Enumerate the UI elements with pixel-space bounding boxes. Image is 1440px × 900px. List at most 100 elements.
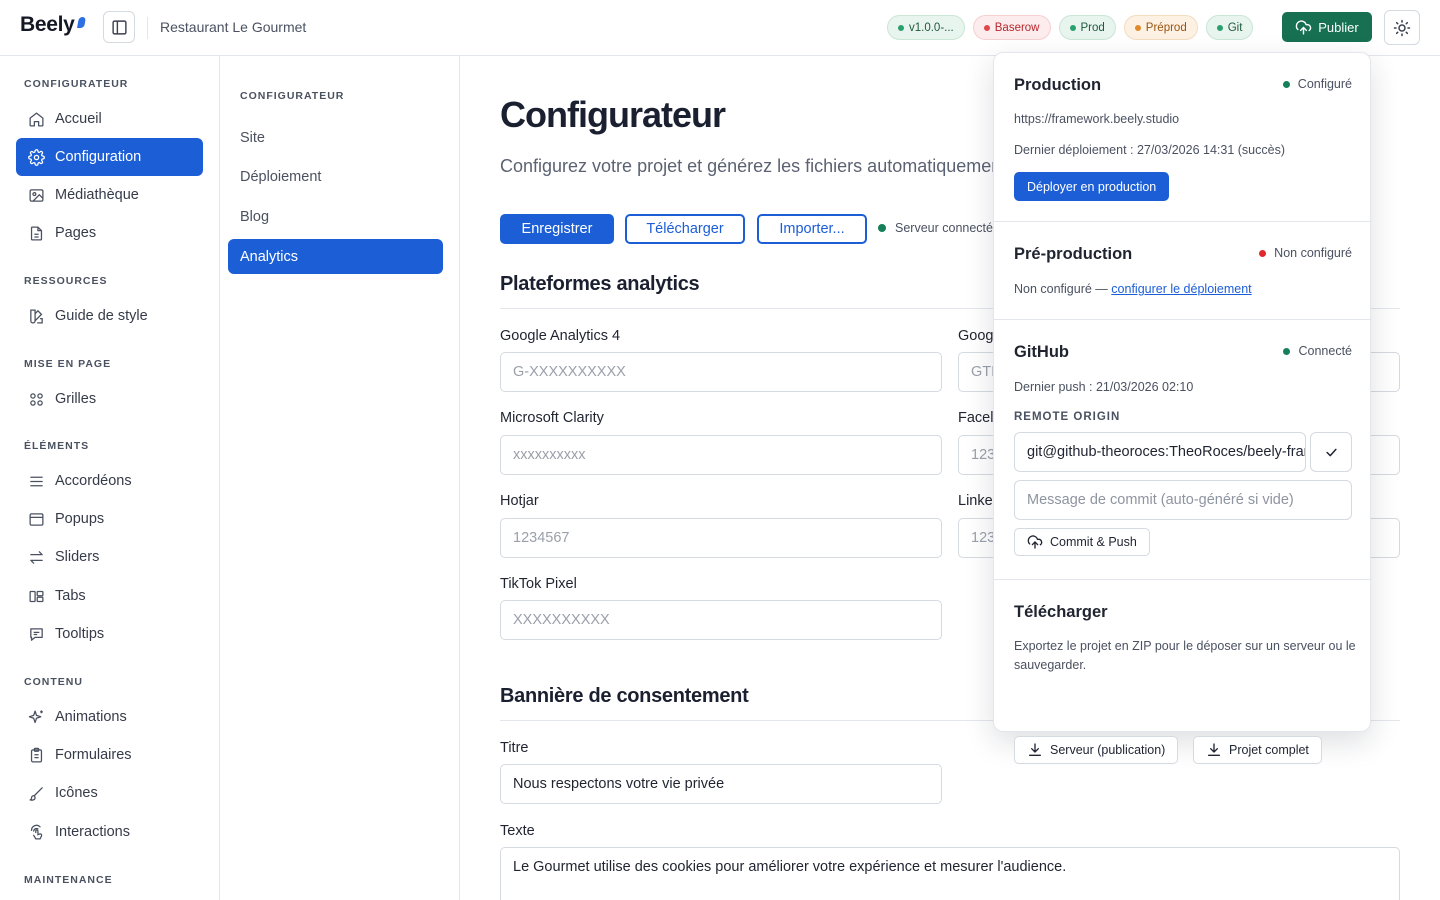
subnav-item-blog[interactable]: Blog	[228, 199, 443, 234]
message-icon	[30, 627, 43, 641]
badge-label: Préprod	[1145, 21, 1187, 34]
field-label-facebook: Facel	[958, 410, 994, 426]
logo[interactable]: Beely	[20, 13, 86, 37]
production-title: Production	[1014, 76, 1102, 94]
sidebar-section-title: MAINTENANCE	[24, 874, 113, 886]
sidebar-item-accordeons[interactable]: Accordéons	[16, 462, 203, 500]
sidebar-item-label: Interactions	[55, 824, 130, 840]
subnav-item-analytics[interactable]: Analytics	[228, 239, 443, 274]
status-badge[interactable]: Baserow	[972, 15, 1051, 40]
sidebar-section-title: RESSOURCES	[24, 275, 108, 287]
import-button[interactable]: Importer...	[757, 214, 867, 244]
sidebar-item-tooltips[interactable]: Tooltips	[16, 615, 203, 653]
status-dot	[1069, 24, 1076, 31]
field-label-consent-title: Titre	[500, 740, 529, 756]
sidebar-item-configuration[interactable]: Configuration	[16, 138, 203, 176]
sidebar-panel-icon	[111, 19, 127, 35]
image-icon	[29, 188, 44, 202]
theme-toggle-button[interactable]	[1384, 10, 1420, 45]
sidebar-item-accueil[interactable]: Accueil	[16, 100, 203, 138]
sidebar-item-animations[interactable]: Animations	[16, 698, 203, 736]
download-section: Télécharger Exportez le projet en ZIP po…	[994, 580, 1372, 764]
field-label-linkedin: Linke	[958, 493, 993, 509]
check-icon	[1325, 448, 1337, 456]
sidebar-item-mediatheque[interactable]: Médiathèque	[16, 176, 203, 214]
subnav-item-site[interactable]: Site	[228, 120, 443, 155]
status-badge[interactable]: Préprod	[1123, 15, 1198, 40]
consent-title-input[interactable]: Nous respectons votre vie privée	[500, 764, 942, 804]
commit-push-button[interactable]: Commit & Push	[1014, 528, 1150, 556]
status-badge[interactable]: Git	[1205, 15, 1254, 40]
sidebar-item-label: Accordéons	[55, 473, 132, 489]
page-title: Configurateur	[500, 94, 726, 135]
sidebar-item-guide-de-style[interactable]: Guide de style	[16, 297, 203, 335]
arrows-icon	[30, 550, 43, 564]
commit-message-input[interactable]: Message de commit (auto-généré si vide)	[1014, 480, 1352, 520]
sidebar-item-label: Sliders	[55, 549, 100, 565]
consent-text-textarea[interactable]: Le Gourmet utilise des cookies pour amél…	[500, 847, 1400, 900]
pointer-icon	[30, 824, 43, 840]
preproduction-status-text: Non configuré	[1274, 246, 1352, 260]
status-dot	[878, 224, 886, 232]
sidebar-item-label: Pages	[55, 225, 97, 241]
tiktok-pixel-input[interactable]: XXXXXXXXXX	[500, 600, 942, 640]
status-dot	[1216, 24, 1223, 31]
subnav-item-deploiement[interactable]: Déploiement	[228, 159, 443, 194]
sidebar: CONFIGURATEUR Accueil Configuration Médi…	[0, 56, 220, 900]
commit-push-label: Commit & Push	[1050, 535, 1137, 549]
status-badge[interactable]: Prod	[1058, 15, 1116, 40]
sidebar-item-icones[interactable]: Icônes	[16, 774, 203, 812]
clipboard-icon	[30, 747, 43, 763]
remote-origin-input[interactable]: git@github-theoroces:TheoRoces/beely-fra…	[1014, 432, 1306, 472]
production-status: Configuré	[1282, 77, 1352, 91]
sidebar-item-interactions[interactable]: Interactions	[16, 813, 203, 851]
sidebar-item-grilles[interactable]: Grilles	[16, 380, 203, 418]
badge-label: Git	[1227, 21, 1243, 34]
sidebar-section-title: ÉLÉMENTS	[24, 440, 90, 452]
download-full-project-button[interactable]: Projet complet	[1193, 736, 1322, 764]
subnav-title: CONFIGURATEUR	[240, 90, 345, 102]
deploy-production-button[interactable]: Déployer en production	[1014, 172, 1170, 201]
status-dot	[898, 24, 904, 31]
status-badge[interactable]: v1.0.0-...	[887, 15, 965, 40]
sidebar-item-popups[interactable]: Popups	[16, 500, 203, 538]
sidebar-item-sliders[interactable]: Sliders	[16, 538, 203, 576]
remote-origin-label: REMOTE ORIGIN	[1014, 411, 1121, 423]
hotjar-input[interactable]: 1234567	[500, 518, 942, 558]
status-dot	[1282, 80, 1290, 88]
list-icon	[30, 476, 43, 486]
badge-label: v1.0.0-...	[909, 21, 954, 34]
cloud-upload-icon	[1295, 19, 1312, 35]
clarity-input[interactable]: xxxxxxxxxx	[500, 435, 942, 475]
sidebar-section-title: CONTENU	[24, 676, 83, 688]
configure-deploy-link[interactable]: configurer le déploiement	[1111, 282, 1251, 296]
sidebar-section-title: MISE EN PAGE	[24, 358, 112, 370]
status-dot	[1259, 249, 1267, 257]
sidebar-item-label: Formulaires	[55, 747, 132, 763]
logo-text: Beely	[20, 13, 75, 36]
sidebar-item-pages[interactable]: Pages	[16, 214, 203, 252]
sidebar-section-title: CONFIGURATEUR	[24, 78, 129, 90]
grid-icon	[30, 392, 43, 406]
save-button[interactable]: Enregistrer	[500, 214, 614, 244]
server-status: Serveur connecté	[878, 221, 993, 235]
sun-icon	[1393, 19, 1411, 36]
preproduction-section: Pré-production Non configuré Non configu…	[994, 222, 1372, 320]
sub-navigation: CONFIGURATEUR Site Déploiement Blog Anal…	[220, 56, 460, 900]
confirm-remote-button[interactable]	[1310, 432, 1352, 472]
download-button[interactable]: Télécharger	[625, 214, 745, 244]
production-section: Production Configuré https://framework.b…	[994, 53, 1372, 222]
publish-popover: Production Configuré https://framework.b…	[993, 52, 1372, 764]
publish-button[interactable]: Publier	[1282, 12, 1372, 42]
section-heading-analytics: Plateformes analytics	[500, 273, 700, 295]
status-dot	[1283, 347, 1291, 355]
sidebar-item-formulaires[interactable]: Formulaires	[16, 736, 203, 774]
download-server-button[interactable]: Serveur (publication)	[1014, 736, 1179, 764]
status-badges: v1.0.0-... Baserow Prod Préprod Git	[887, 15, 1254, 40]
sidebar-toggle-button[interactable]	[103, 11, 135, 43]
ga4-input[interactable]: G-XXXXXXXXXX	[500, 352, 942, 392]
page-subtitle: Configurez votre projet et générez les f…	[500, 156, 1007, 176]
sidebar-item-label: Animations	[55, 709, 127, 725]
sidebar-item-tabs[interactable]: Tabs	[16, 577, 203, 615]
status-dot	[983, 24, 990, 31]
